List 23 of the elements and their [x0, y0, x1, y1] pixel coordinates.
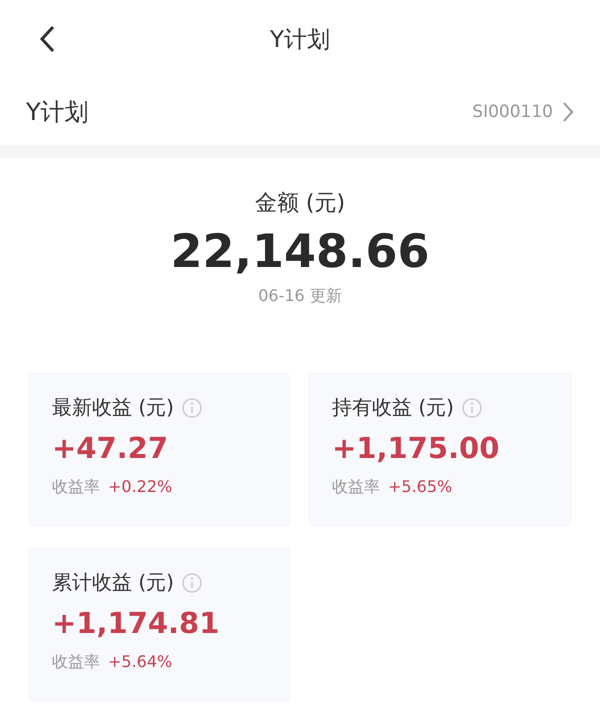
- card-title: 持有收益 (元): [332, 394, 454, 421]
- info-icon[interactable]: [182, 572, 202, 592]
- info-icon[interactable]: [462, 398, 482, 418]
- update-date: 06-16 更新: [258, 286, 342, 307]
- earnings-value: +47.27: [52, 431, 170, 465]
- amount-label: 金额 (元): [254, 190, 346, 218]
- rate-value: +5.64%: [108, 652, 172, 673]
- earnings-value: +1,174.81: [52, 606, 220, 640]
- card-title: 累计收益 (元): [52, 569, 174, 596]
- earnings-value: +1,175.00: [332, 431, 500, 465]
- rate-value: +0.22%: [108, 477, 172, 498]
- plan-name: Y计划: [26, 96, 89, 128]
- rate-label: 收益率: [52, 652, 100, 673]
- page-title: Y计划: [270, 26, 330, 54]
- rate-label: 收益率: [332, 477, 380, 498]
- chevron-right-icon: [563, 102, 574, 122]
- back-icon: [39, 25, 55, 53]
- info-icon[interactable]: [182, 398, 202, 418]
- amount-value: 22,148.66: [170, 224, 430, 278]
- rate-label: 收益率: [52, 477, 100, 498]
- rate-value: +5.65%: [388, 477, 452, 498]
- plan-code-link[interactable]: SI000110: [472, 102, 574, 122]
- card-title: 最新收益 (元): [52, 394, 174, 421]
